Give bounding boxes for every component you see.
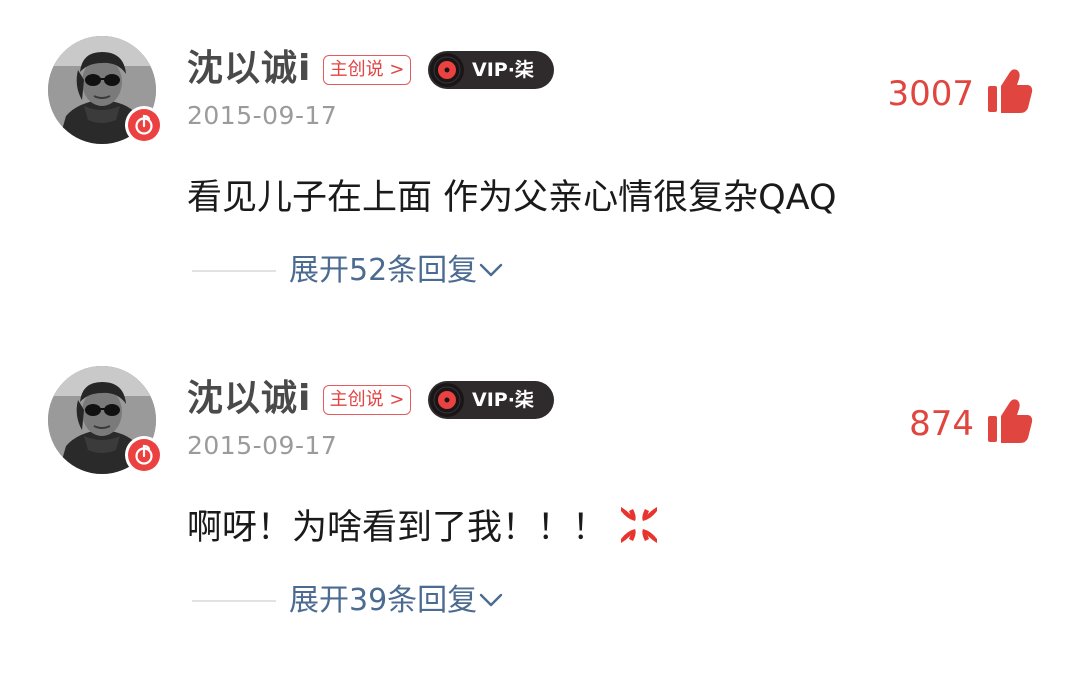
music-badge <box>125 106 163 144</box>
username[interactable]: 沈以诚i <box>187 376 311 422</box>
comment-text: 啊呀！为啥看到了我！！！ <box>187 502 661 554</box>
like-count: 3007 <box>887 74 974 114</box>
vinyl-disc-icon <box>430 383 464 417</box>
expand-replies-link[interactable]: 展开39条回复 <box>289 580 503 622</box>
vinyl-disc-icon <box>430 53 464 87</box>
expand-replies-label: 展开39条回复 <box>289 583 478 618</box>
comment-item: 沈以诚i 主创说 > VIP·柒 2015-09-17 874 啊呀！为啥看到了… <box>0 330 1080 660</box>
chevron-down-icon <box>479 263 503 277</box>
comment-date: 2015-09-17 <box>187 101 338 130</box>
vip-label: VIP·柒 <box>472 389 534 411</box>
chevron-down-icon <box>479 593 503 607</box>
vip-label: VIP·柒 <box>472 59 534 81</box>
vip-badge[interactable]: VIP·柒 <box>428 51 554 89</box>
vip-badge[interactable]: VIP·柒 <box>428 381 554 419</box>
username[interactable]: 沈以诚i <box>187 46 311 92</box>
creator-tag[interactable]: 主创说 > <box>323 55 411 85</box>
comment-date: 2015-09-17 <box>187 431 338 460</box>
music-note-icon <box>135 114 153 135</box>
expand-replies-link[interactable]: 展开52条回复 <box>289 250 503 292</box>
comment-text-body: 啊呀！为啥看到了我！！！ <box>187 508 608 548</box>
expand-replies-label: 展开52条回复 <box>289 253 478 288</box>
comment-text-body: 看见儿子在上面 作为父亲心情很复杂QAQ <box>187 178 837 218</box>
music-note-icon <box>135 444 153 465</box>
reply-divider <box>192 270 276 272</box>
comment-item: 沈以诚i 主创说 > VIP·柒 2015-09-17 3007 看见儿子在上面… <box>0 0 1080 330</box>
like-count: 874 <box>909 404 974 444</box>
anger-symbol-icon <box>621 507 658 543</box>
creator-tag[interactable]: 主创说 > <box>323 385 411 415</box>
thumbs-up-icon[interactable] <box>986 398 1034 444</box>
reply-divider <box>192 600 276 602</box>
thumbs-up-icon[interactable] <box>986 68 1034 114</box>
comment-text: 看见儿子在上面 作为父亲心情很复杂QAQ <box>187 172 837 224</box>
music-badge <box>125 436 163 474</box>
